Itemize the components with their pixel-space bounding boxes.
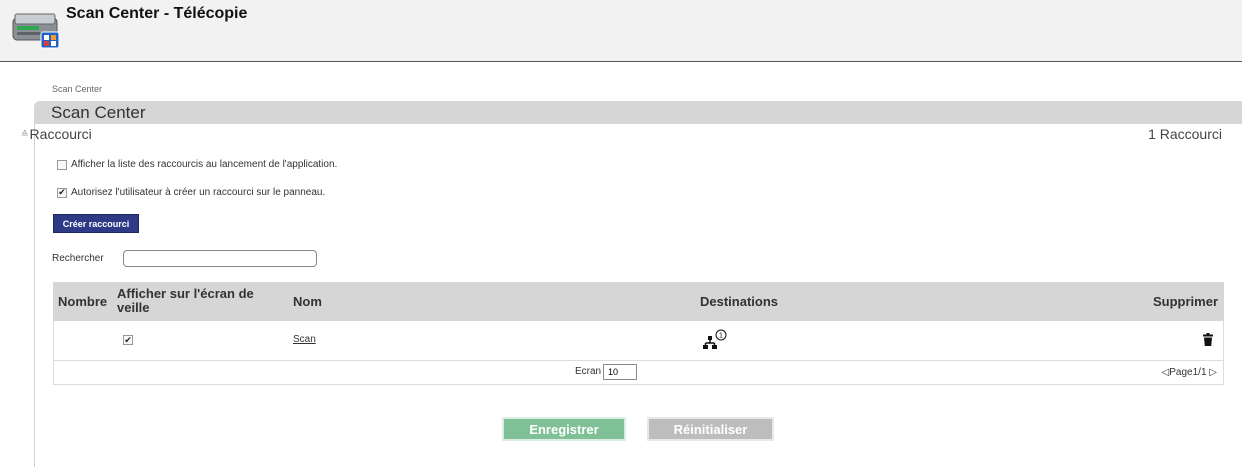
- col-delete: Supprimer: [1152, 294, 1218, 309]
- option-show-list: Afficher la liste des raccourcis au lanc…: [57, 159, 337, 170]
- shortcut-table: Nombre Afficher sur l'écran de veille No…: [53, 282, 1224, 385]
- save-button[interactable]: Enregistrer: [502, 417, 626, 441]
- show-list-checkbox[interactable]: [57, 159, 67, 170]
- screen-label: Ecran: [575, 366, 602, 377]
- col-destinations: Destinations: [700, 294, 779, 309]
- page-label: Page1/1: [1169, 367, 1207, 378]
- trash-icon[interactable]: [1203, 333, 1213, 346]
- pager: ◁Page1/1 ▷: [1162, 367, 1217, 378]
- search-input[interactable]: [123, 250, 317, 267]
- col-number: Nombre: [58, 294, 108, 309]
- panel-header: Scan Center: [34, 101, 1242, 124]
- screen-input[interactable]: [603, 364, 637, 380]
- network-destination-icon[interactable]: 1: [702, 329, 728, 351]
- allow-user-checkbox[interactable]: ✔: [57, 187, 67, 198]
- section-title: Raccourci: [29, 126, 92, 142]
- app-header: Scan Center - Télécopie: [0, 0, 1242, 62]
- app-title: Scan Center - Télécopie: [66, 5, 248, 22]
- next-page-icon[interactable]: ▷: [1209, 367, 1217, 378]
- create-shortcut-button[interactable]: Créer raccourci: [53, 214, 139, 233]
- col-name: Nom: [293, 294, 322, 309]
- shortcut-section-toggle[interactable]: ≙Raccourci: [21, 126, 92, 142]
- option-allow-user: ✔ Autorisez l'utilisateur à créer un rac…: [57, 187, 325, 198]
- destinations-count: 1: [719, 331, 723, 340]
- reset-button[interactable]: Réinitialiser: [647, 417, 774, 441]
- breadcrumb[interactable]: Scan Center: [52, 84, 102, 94]
- standby-checkbox[interactable]: ✔: [123, 335, 133, 345]
- shortcut-count: 1 Raccourci: [1148, 126, 1222, 142]
- table-row: ✔ Scan 1: [53, 321, 1224, 361]
- collapse-chevron-icon: ≙: [21, 129, 29, 139]
- table-footer: Ecran ◁Page1/1 ▷: [53, 361, 1224, 385]
- scanner-app-icon: [12, 13, 60, 49]
- allow-user-label: Autorisez l'utilisateur à créer un racco…: [71, 187, 326, 198]
- table-header: Nombre Afficher sur l'écran de veille No…: [53, 282, 1224, 321]
- search-label: Rechercher: [52, 253, 104, 264]
- shortcut-name-link[interactable]: Scan: [293, 334, 316, 345]
- col-show-standby: Afficher sur l'écran de veille: [117, 286, 254, 315]
- show-list-label: Afficher la liste des raccourcis au lanc…: [71, 159, 338, 170]
- panel-title: Scan Center: [51, 103, 146, 122]
